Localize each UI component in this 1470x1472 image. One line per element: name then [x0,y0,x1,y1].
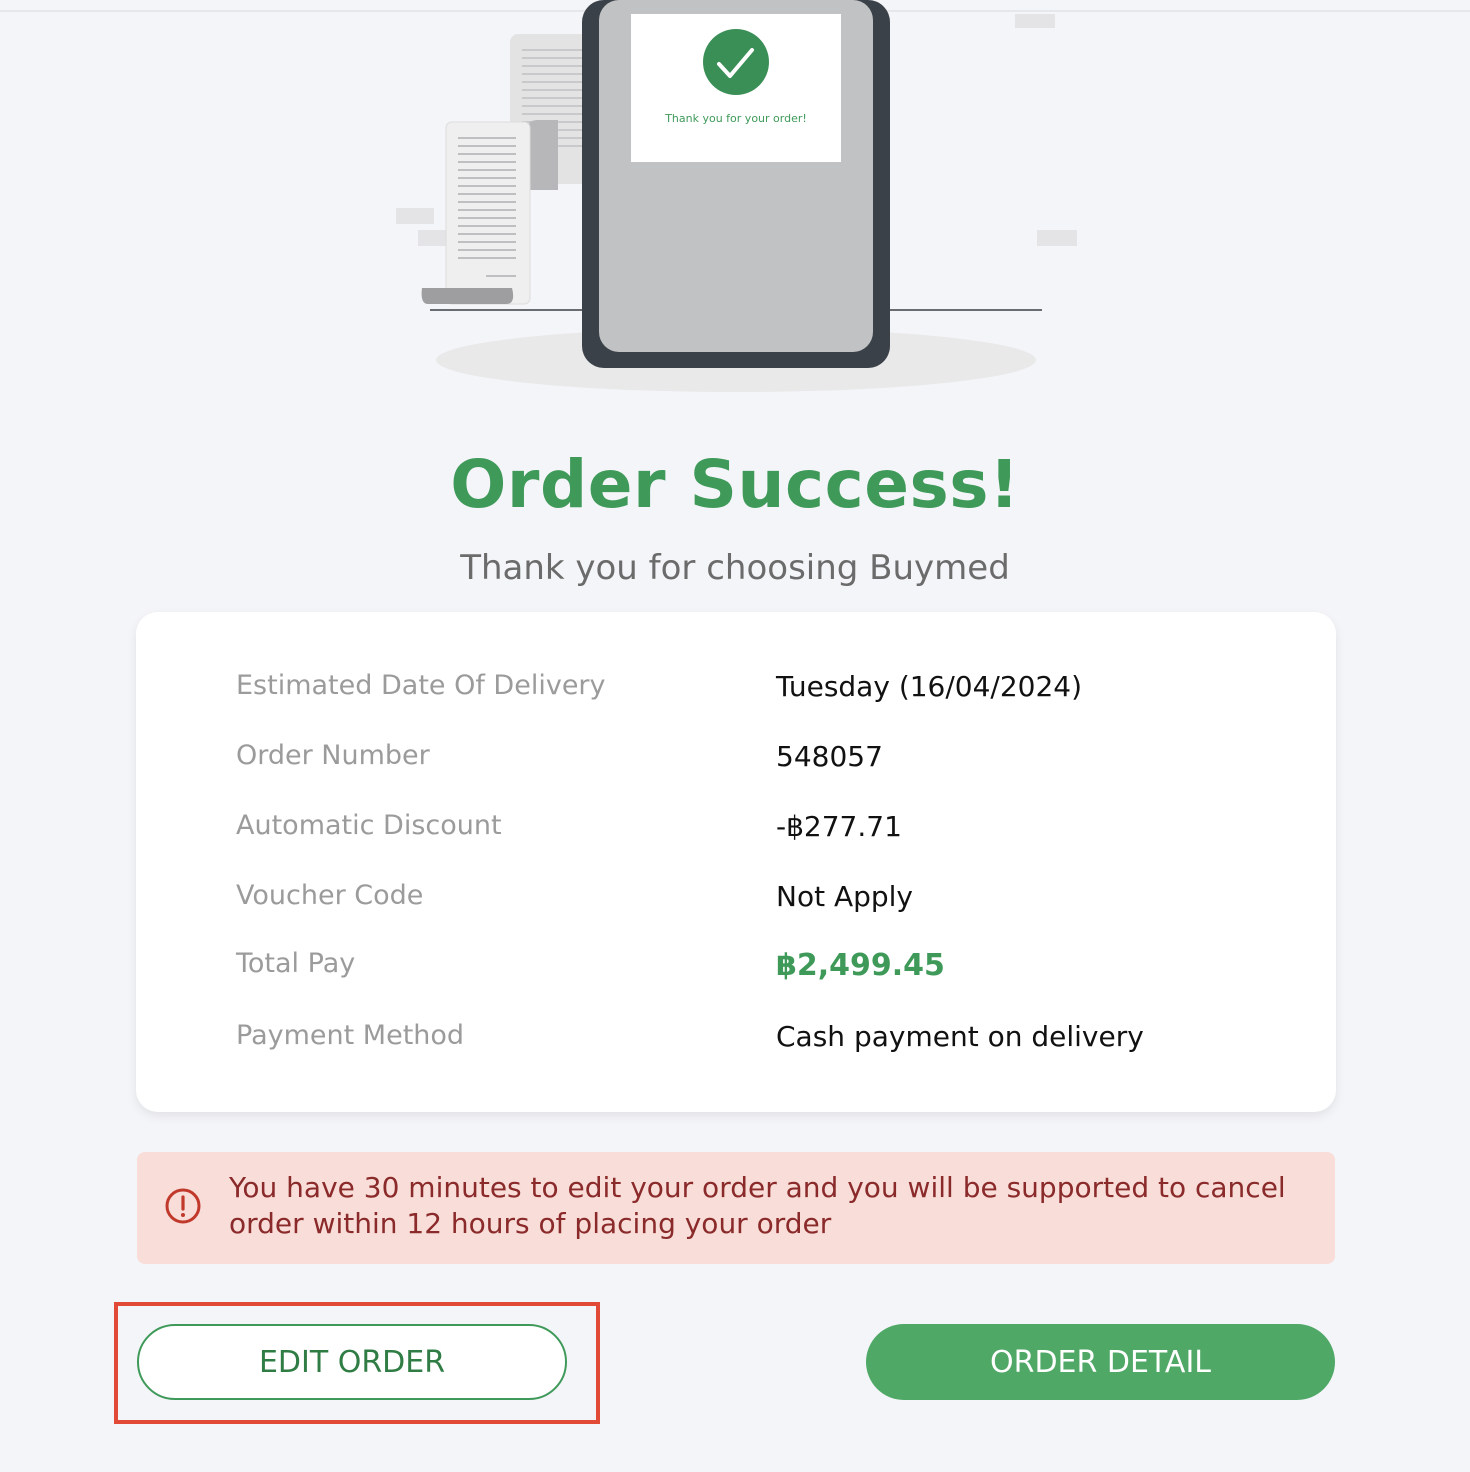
summary-row-total-pay: Total Pay ฿2,499.45 [236,948,1296,988]
summary-label: Payment Method [236,1020,465,1051]
notice-text: You have 30 minutes to edit your order a… [229,1171,1286,1240]
order-success-illustration: Thank you for your order! [396,0,1077,392]
summary-row-order-number: Order Number 548057 [236,740,1296,780]
deco-block [1015,14,1055,28]
edit-order-button[interactable]: EDIT ORDER [137,1324,567,1400]
deco-block [1037,230,1077,246]
summary-label: Automatic Discount [236,810,502,841]
summary-row-payment-method: Payment Method Cash payment on delivery [236,1020,1296,1060]
summary-label: Estimated Date Of Delivery [236,670,606,701]
phone-message: Thank you for your order! [664,112,807,125]
total-pay-value: ฿2,499.45 [776,948,945,983]
summary-value: 548057 [776,740,883,773]
receipt-front-icon [421,121,531,305]
summary-label: Order Number [236,740,430,771]
order-detail-button[interactable]: ORDER DETAIL [866,1324,1335,1400]
summary-label: Total Pay [236,948,356,979]
summary-row-automatic-discount: Automatic Discount -฿277.71 [236,810,1296,850]
page-subtitle: Thank you for choosing Buymed [460,548,1010,588]
deco-block [396,208,434,224]
summary-row-voucher-code: Voucher Code Not Apply [236,880,1296,920]
summary-value: Not Apply [776,880,914,913]
page-title: Order Success! [450,446,1020,523]
summary-value: Cash payment on delivery [776,1020,1144,1053]
phone-icon: Thank you for your order! [582,0,890,368]
order-summary-card: Estimated Date Of Delivery Tuesday (16/0… [136,612,1336,1112]
summary-value: -฿277.71 [776,810,902,843]
exclamation-circle-icon [165,1188,201,1224]
summary-row-delivery-date: Estimated Date Of Delivery Tuesday (16/0… [236,670,1296,710]
summary-value: Tuesday (16/04/2024) [776,670,1083,703]
check-circle-icon [703,29,769,95]
summary-label: Voucher Code [236,880,424,911]
deco-block [418,230,448,246]
edit-cancel-notice: You have 30 minutes to edit your order a… [137,1152,1335,1264]
